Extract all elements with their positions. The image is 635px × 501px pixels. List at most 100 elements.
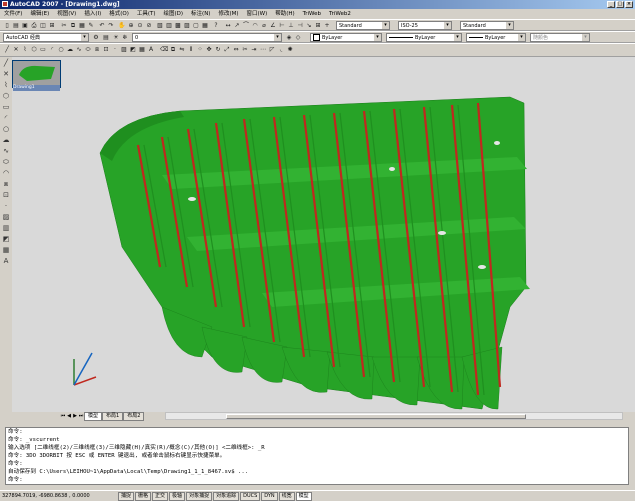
new-icon[interactable]: ▯ xyxy=(3,22,11,30)
menu-triweb[interactable]: TriWeb xyxy=(299,9,325,19)
markup-icon[interactable]: ▢ xyxy=(192,22,200,30)
dim-angular-icon[interactable]: ∠ xyxy=(269,22,277,30)
copy-object-icon[interactable]: ⧉ xyxy=(169,46,177,54)
dim-arc-icon[interactable]: ⌒ xyxy=(242,22,250,30)
rectangle-icon[interactable]: ▭ xyxy=(39,46,47,54)
layer-previous-icon[interactable]: ◇ xyxy=(294,34,302,42)
polygon-icon[interactable]: ⬡ xyxy=(1,91,11,101)
copy-icon[interactable]: ⧉ xyxy=(69,22,77,30)
dim-continue-icon[interactable]: ⊣ xyxy=(296,22,304,30)
design-center-icon[interactable]: ▥ xyxy=(165,22,173,30)
menu-tools[interactable]: 工具(T) xyxy=(133,9,160,19)
help-icon[interactable]: ? xyxy=(212,22,220,30)
workspace-combo[interactable]: AutoCAD 经典 ▾ xyxy=(3,33,89,42)
preview-icon[interactable]: ◫ xyxy=(39,22,47,30)
menu-triweb2[interactable]: TriWeb2 xyxy=(325,9,355,19)
coordinates-readout[interactable]: 327894.7019, -6980.8638 , 0.0000 xyxy=(0,493,118,499)
dim-linear-icon[interactable]: ↔ xyxy=(224,22,232,30)
make-block-icon[interactable]: ⊡ xyxy=(102,46,110,54)
paste-icon[interactable]: ▦ xyxy=(78,22,86,30)
dyn-toggle[interactable]: DYN xyxy=(261,491,278,501)
construction-line-icon[interactable]: ✕ xyxy=(12,46,20,54)
layer-combo[interactable]: 0 ▾ xyxy=(132,33,282,42)
ducs-toggle[interactable]: DUCS xyxy=(240,491,261,501)
plotstyle-combo[interactable]: 随颜色 ▾ xyxy=(530,33,590,42)
zoom-window-icon[interactable]: ⊙ xyxy=(136,22,144,30)
dim-style-combo[interactable]: ISO-25 ▾ xyxy=(398,21,452,30)
trim-icon[interactable]: ✂ xyxy=(241,46,249,54)
construction-line-icon[interactable]: ✕ xyxy=(1,69,11,79)
stretch-icon[interactable]: ⇔ xyxy=(232,46,240,54)
table-style-combo[interactable]: Standard ▾ xyxy=(460,21,514,30)
circle-icon[interactable]: ○ xyxy=(1,124,11,134)
scrollbar-thumb[interactable] xyxy=(226,414,526,419)
tool-palettes-icon[interactable]: ▩ xyxy=(174,22,182,30)
print-icon[interactable]: ⎙ xyxy=(30,22,38,30)
command-window[interactable]: 命令: 命令: _vscurrent 输入选项 [二维线框(2)/三维线框(3)… xyxy=(5,427,629,485)
insert-block-icon[interactable]: ⧈ xyxy=(93,46,101,54)
mirror-icon[interactable]: ⇋ xyxy=(178,46,186,54)
point-icon[interactable]: · xyxy=(111,46,119,54)
menu-draw[interactable]: 绘图(D) xyxy=(160,9,188,19)
rectangle-icon[interactable]: ▭ xyxy=(1,102,11,112)
line-icon[interactable]: ╱ xyxy=(3,46,11,54)
dim-diameter-icon[interactable]: ⌀ xyxy=(260,22,268,30)
menu-dimension[interactable]: 标注(N) xyxy=(187,9,214,19)
tab-layout1[interactable]: 布局1 xyxy=(102,411,124,421)
menu-window[interactable]: 窗口(W) xyxy=(243,9,272,19)
array-icon[interactable]: ⁘ xyxy=(196,46,204,54)
dim-aligned-icon[interactable]: ↗ xyxy=(233,22,241,30)
cut-icon[interactable]: ✂ xyxy=(60,22,68,30)
erase-icon[interactable]: ⌫ xyxy=(160,46,168,54)
center-mark-icon[interactable]: + xyxy=(323,22,331,30)
arc-icon[interactable]: ◜ xyxy=(1,113,11,123)
publish-icon[interactable]: ⊞ xyxy=(48,22,56,30)
mtext-icon[interactable]: A xyxy=(147,46,155,54)
offset-icon[interactable]: ⫴ xyxy=(187,46,195,54)
circle-icon[interactable]: ○ xyxy=(57,46,65,54)
osnap-toggle[interactable]: 对象捕捉 xyxy=(186,491,213,501)
undo-icon[interactable]: ↶ xyxy=(98,22,106,30)
make-block-icon[interactable]: ⊡ xyxy=(1,190,11,200)
menu-modify[interactable]: 修改(M) xyxy=(214,9,242,19)
layer-freeze-icon[interactable]: ❄ xyxy=(121,34,129,42)
spline-icon[interactable]: ∿ xyxy=(1,146,11,156)
revision-cloud-icon[interactable]: ☁ xyxy=(1,135,11,145)
move-icon[interactable]: ✥ xyxy=(205,46,213,54)
menu-help[interactable]: 帮助(H) xyxy=(271,9,298,19)
drawing-area[interactable]: Drawing1 xyxy=(12,57,635,412)
calculator-icon[interactable]: ▦ xyxy=(201,22,209,30)
dim-radius-icon[interactable]: ◠ xyxy=(251,22,259,30)
grid-toggle[interactable]: 栅格 xyxy=(135,491,152,501)
break-icon[interactable]: ⋯ xyxy=(259,46,267,54)
zoom-previous-icon[interactable]: ⊘ xyxy=(145,22,153,30)
chamfer-icon[interactable]: ◸ xyxy=(268,46,276,54)
otrack-toggle[interactable]: 对象追踪 xyxy=(213,491,240,501)
rotate-icon[interactable]: ↻ xyxy=(214,46,222,54)
ellipse-icon[interactable]: ⬭ xyxy=(84,46,92,54)
ellipse-arc-icon[interactable]: ◠ xyxy=(1,168,11,178)
polyline-icon[interactable]: ⌇ xyxy=(1,80,11,90)
lineweight-toggle[interactable]: 线宽 xyxy=(278,491,295,501)
scale-icon[interactable]: ⤢ xyxy=(223,46,231,54)
make-current-layer-icon[interactable]: ◈ xyxy=(285,34,293,42)
open-icon[interactable]: ▤ xyxy=(12,22,20,30)
save-icon[interactable]: ▣ xyxy=(21,22,29,30)
dim-baseline-icon[interactable]: ⊥ xyxy=(287,22,295,30)
match-properties-icon[interactable]: ✎ xyxy=(87,22,95,30)
spline-icon[interactable]: ∿ xyxy=(75,46,83,54)
point-icon[interactable]: · xyxy=(1,201,11,211)
arc-icon[interactable]: ◜ xyxy=(48,46,56,54)
menu-edit[interactable]: 编辑(E) xyxy=(26,9,53,19)
properties-icon[interactable]: ▧ xyxy=(156,22,164,30)
tab-model[interactable]: 模型 xyxy=(84,411,103,421)
maximize-button[interactable]: □ xyxy=(616,1,624,8)
redo-icon[interactable]: ↷ xyxy=(107,22,115,30)
region-icon[interactable]: ◩ xyxy=(1,234,11,244)
layer-on-icon[interactable]: ☀ xyxy=(112,34,120,42)
explode-icon[interactable]: ✺ xyxy=(286,46,294,54)
fillet-icon[interactable]: ◟ xyxy=(277,46,285,54)
mtext-icon[interactable]: A xyxy=(1,256,11,266)
leader-icon[interactable]: ↘ xyxy=(305,22,313,30)
table-icon[interactable]: ▦ xyxy=(1,245,11,255)
